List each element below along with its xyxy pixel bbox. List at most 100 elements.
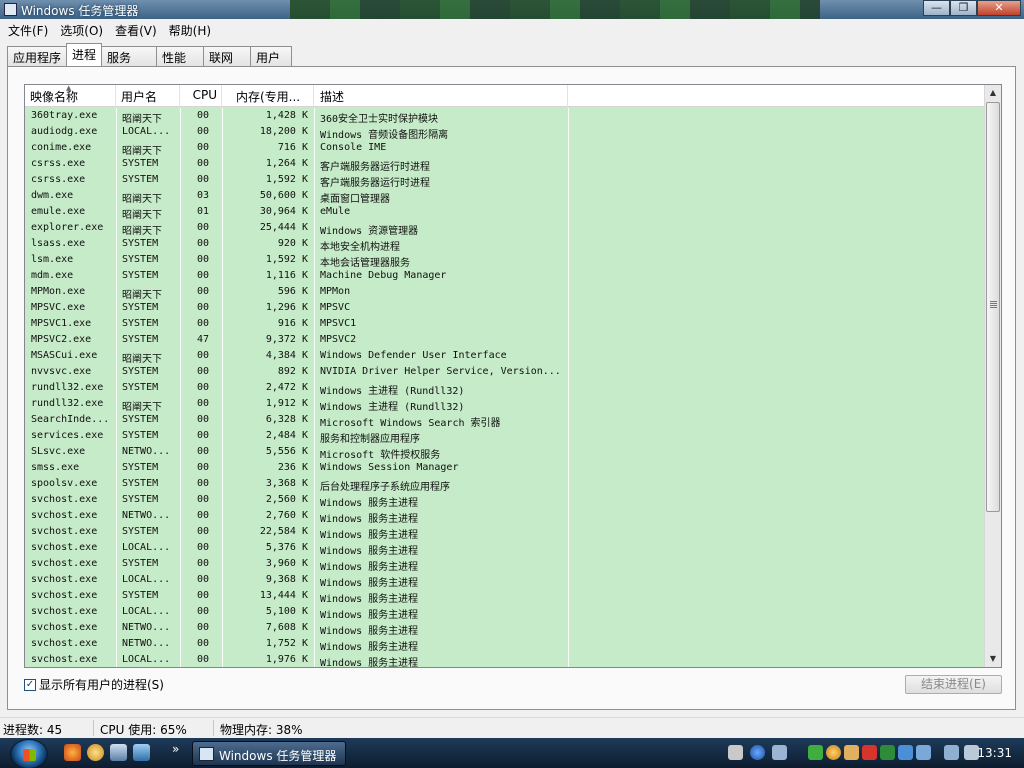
column-memory[interactable]: 内存(专用...	[222, 85, 314, 107]
menu-help[interactable]: 帮助(H)	[163, 19, 217, 40]
ime-icon[interactable]	[772, 745, 787, 760]
table-row[interactable]: svchost.exe SYSTEM 00 22,584 K Windows 服务主进程	[25, 524, 985, 541]
column-description[interactable]: 描述	[314, 85, 568, 107]
table-row[interactable]: svchost.exe SYSTEM 00 13,444 K Windows 服务主进程	[25, 588, 985, 605]
antivirus-icon[interactable]	[880, 745, 895, 760]
table-row[interactable]: rundll32.exe 昭阐天下 00 1,912 K Windows 主进程 (Ru…	[25, 396, 985, 413]
table-row[interactable]: spoolsv.exe SYSTEM 00 3,368 K 后台处理程序子系统应用程序	[25, 476, 985, 493]
emule-icon[interactable]	[87, 744, 104, 761]
table-row[interactable]: csrss.exe SYSTEM 00 1,264 K 客户端服务器运行时进程	[25, 156, 985, 173]
cell-description: Console IME	[320, 142, 387, 153]
tab-networking[interactable]: 联网	[203, 46, 252, 66]
network-monitor-icon[interactable]	[808, 745, 823, 760]
tab-applications[interactable]: 应用程序	[7, 46, 68, 66]
table-row[interactable]: lsass.exe SYSTEM 00 920 K 本地安全机构进程	[25, 236, 985, 253]
menu-file[interactable]: 文件(F)	[2, 19, 54, 40]
table-row[interactable]: dwm.exe 昭阐天下 03 50,600 K 桌面窗口管理器	[25, 188, 985, 205]
table-row[interactable]: emule.exe 昭阐天下 01 30,964 K eMule	[25, 204, 985, 221]
show-desktop-icon[interactable]	[133, 744, 150, 761]
cell-memory: 30,964 K	[259, 206, 308, 217]
table-row[interactable]: rundll32.exe SYSTEM 00 2,472 K Windows 主进程 (…	[25, 380, 985, 397]
bluetooth-icon[interactable]	[916, 745, 931, 760]
quick-launch-more-icon[interactable]: »	[172, 742, 179, 756]
column-user-name[interactable]: 用户名	[116, 85, 180, 107]
column-label: 映像名称	[30, 90, 79, 104]
show-all-users[interactable]: ✓ 显示所有用户的进程(S)	[24, 676, 164, 693]
show-all-users-checkbox[interactable]: ✓	[24, 678, 36, 691]
cell-image-name: SLsvc.exe	[31, 446, 86, 457]
help-icon[interactable]	[750, 745, 765, 760]
table-row[interactable]: explorer.exe 昭阐天下 00 25,444 K Windows 资源管理器	[25, 220, 985, 237]
cell-description: MPSVC1	[320, 318, 357, 329]
menu-bar: 文件(F) 选项(O) 查看(V) 帮助(H)	[0, 19, 1024, 40]
minimize-button[interactable]: —	[923, 0, 950, 16]
cell-user-name: 昭阐天下	[122, 194, 162, 205]
list-header: 映像名称 ▲ 用户名 CPU 内存(专用... 描述	[25, 85, 985, 107]
cell-cpu: 47	[197, 334, 210, 345]
table-row[interactable]: mdm.exe SYSTEM 00 1,116 K Machine Debug Mana…	[25, 268, 985, 284]
process-list[interactable]: 映像名称 ▲ 用户名 CPU 内存(专用... 描述 360tray.exe 昭阐…	[24, 84, 1002, 668]
table-row[interactable]: svchost.exe LOCAL... 00 5,100 K Windows 服务主进…	[25, 604, 985, 621]
table-row[interactable]: svchost.exe LOCAL... 00 5,376 K Windows 服务主进…	[25, 540, 985, 557]
scroll-up-icon[interactable]: ▲	[985, 85, 1001, 101]
table-row[interactable]: services.exe SYSTEM 00 2,484 K 服务和控制器应用程序	[25, 428, 985, 445]
end-process-button[interactable]: 结束进程(E)	[905, 675, 1002, 694]
keyboard-icon[interactable]	[728, 745, 743, 760]
cell-description: Windows 主进程 (Rundll32)	[320, 402, 465, 413]
cell-user-name: SYSTEM	[122, 158, 159, 169]
title-bar[interactable]: Windows 任务管理器 — ❐ ✕	[0, 0, 1024, 19]
clock[interactable]: 13:31	[977, 746, 1012, 760]
table-row[interactable]: svchost.exe NETWO... 00 1,752 K Windows 服务主进…	[25, 636, 985, 653]
table-row[interactable]: svchost.exe LOCAL... 00 9,368 K Windows 服务主进…	[25, 572, 985, 589]
restore-button[interactable]: ❐	[950, 0, 977, 16]
table-row[interactable]: SearchInde... SYSTEM 00 6,328 K Microsoft Wi…	[25, 412, 985, 429]
table-row[interactable]: SLsvc.exe NETWO... 00 5,556 K Microsoft 软件授权…	[25, 444, 985, 461]
table-row[interactable]: smss.exe SYSTEM 00 236 K Windows Session Man…	[25, 460, 985, 476]
switch-windows-icon[interactable]	[110, 744, 127, 761]
cell-description: Windows 服务主进程	[320, 498, 419, 509]
taskbar-task-manager-button[interactable]: Windows 任务管理器	[192, 741, 346, 766]
table-row[interactable]: MPSVC2.exe SYSTEM 47 9,372 K MPSVC2	[25, 332, 985, 348]
menu-options[interactable]: 选项(O)	[54, 19, 109, 40]
qq-icon[interactable]	[844, 745, 859, 760]
cell-user-name: LOCAL...	[122, 542, 171, 553]
cell-user-name: SYSTEM	[122, 558, 159, 569]
emule-tray-icon[interactable]	[826, 745, 841, 760]
scrollbar-thumb[interactable]	[986, 102, 1000, 512]
tab-users[interactable]: 用户	[250, 46, 293, 66]
table-row[interactable]: svchost.exe SYSTEM 00 3,960 K Windows 服务主进程	[25, 556, 985, 573]
cell-cpu: 00	[197, 510, 210, 521]
scroll-down-icon[interactable]: ▼	[985, 651, 1001, 667]
vertical-scrollbar[interactable]: ▲ ▼	[984, 85, 1001, 667]
table-row[interactable]: svchost.exe SYSTEM 00 2,560 K Windows 服务主进程	[25, 492, 985, 509]
table-row[interactable]: MPSVC1.exe SYSTEM 00 916 K MPSVC1	[25, 316, 985, 332]
close-button[interactable]: ✕	[977, 0, 1021, 16]
menu-view[interactable]: 查看(V)	[109, 19, 163, 40]
tab-processes[interactable]: 进程	[66, 43, 103, 66]
cell-memory: 2,484 K	[265, 430, 308, 441]
firefox-icon[interactable]	[64, 744, 81, 761]
tab-performance[interactable]: 性能	[156, 46, 205, 66]
table-row[interactable]: svchost.exe NETWO... 00 2,760 K Windows 服务主进…	[25, 508, 985, 525]
security-icon[interactable]	[862, 745, 877, 760]
cell-description: Machine Debug Manager	[320, 270, 447, 281]
table-row[interactable]: audiodg.exe LOCAL... 00 18,200 K Windows 音频设…	[25, 124, 985, 141]
column-image-name[interactable]: 映像名称 ▲	[25, 85, 116, 107]
column-cpu[interactable]: CPU	[180, 85, 222, 107]
table-row[interactable]: MPSVC.exe SYSTEM 00 1,296 K MPSVC	[25, 300, 985, 316]
shield-icon[interactable]	[898, 745, 913, 760]
table-row[interactable]: MPMon.exe 昭阐天下 00 596 K MPMon	[25, 284, 985, 301]
cell-user-name: SYSTEM	[122, 254, 159, 265]
tab-services[interactable]: 服务	[101, 46, 158, 66]
table-row[interactable]: lsm.exe SYSTEM 00 1,592 K 本地会话管理器服务	[25, 252, 985, 269]
table-row[interactable]: 360tray.exe 昭阐天下 00 1,428 K 360安全卫士实时保护模块	[25, 108, 985, 125]
table-row[interactable]: nvvsvc.exe SYSTEM 00 892 K NVIDIA Driver Hel…	[25, 364, 985, 380]
cell-user-name: LOCAL...	[122, 654, 171, 665]
table-row[interactable]: MSASCui.exe 昭阐天下 00 4,384 K Windows Defender…	[25, 348, 985, 365]
table-row[interactable]: conime.exe 昭阐天下 00 716 K Console IME	[25, 140, 985, 157]
table-row[interactable]: svchost.exe LOCAL... 00 1,976 K Windows 服务主进…	[25, 652, 985, 667]
network-icon[interactable]	[944, 745, 959, 760]
table-row[interactable]: svchost.exe NETWO... 00 7,608 K Windows 服务主进…	[25, 620, 985, 637]
table-row[interactable]: csrss.exe SYSTEM 00 1,592 K 客户端服务器运行时进程	[25, 172, 985, 189]
start-button[interactable]	[10, 739, 48, 768]
